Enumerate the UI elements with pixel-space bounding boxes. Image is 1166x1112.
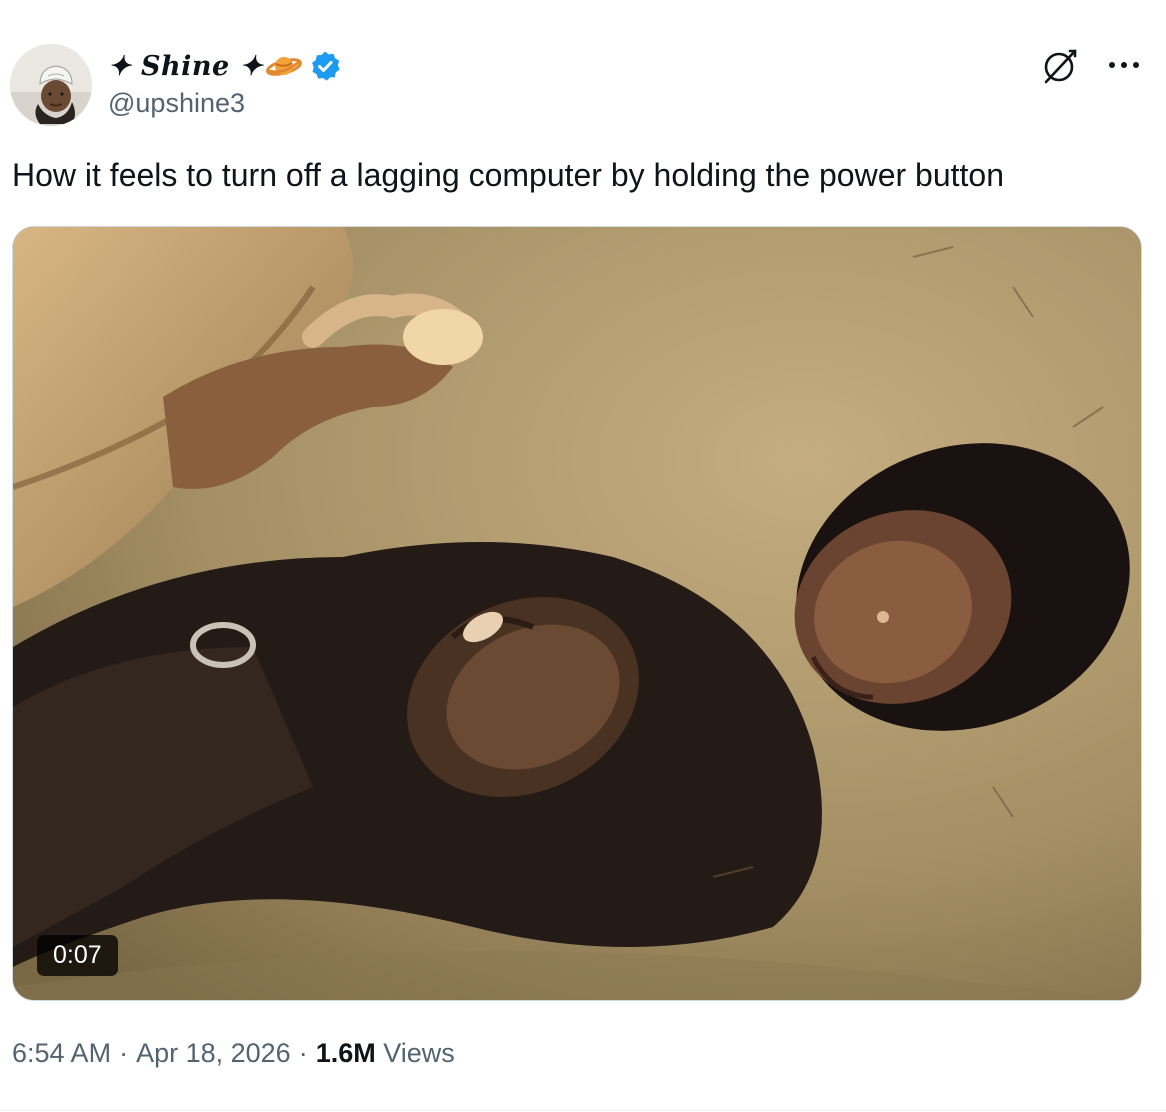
avatar-image xyxy=(10,44,92,126)
views-count[interactable]: 1.6M xyxy=(316,1038,376,1069)
more-options-icon[interactable] xyxy=(1104,50,1144,80)
ringed-planet-emoji-icon xyxy=(265,51,303,81)
tweet-metadata: 6:54 AM · Apr 18, 2026 · 1.6M Views xyxy=(12,1038,455,1069)
avatar[interactable] xyxy=(10,44,92,126)
grok-icon[interactable] xyxy=(1040,46,1080,86)
tweet-text: How it feels to turn off a lagging compu… xyxy=(12,157,1005,193)
tweet-date[interactable]: Apr 18, 2026 xyxy=(136,1038,291,1069)
tweet-time[interactable]: 6:54 AM xyxy=(12,1038,111,1069)
tweet-card[interactable]: ✦ Shine ✦ @upshine3 How it feels to turn… xyxy=(0,0,1166,1112)
views-label: Views xyxy=(383,1038,455,1068)
meta-separator: · xyxy=(119,1038,129,1068)
meta-separator: · xyxy=(298,1038,308,1068)
author-name-row[interactable]: ✦ Shine ✦ xyxy=(108,46,341,86)
author-handle[interactable]: @upshine3 xyxy=(108,88,245,119)
video-duration-badge: 0:07 xyxy=(37,935,118,976)
author-display-name[interactable]: ✦ Shine ✦ xyxy=(108,51,263,82)
verified-badge-icon[interactable] xyxy=(309,50,341,82)
divider xyxy=(0,1110,1166,1111)
video-thumbnail xyxy=(13,227,1141,1000)
video-player[interactable]: 0:07 xyxy=(12,226,1142,1001)
